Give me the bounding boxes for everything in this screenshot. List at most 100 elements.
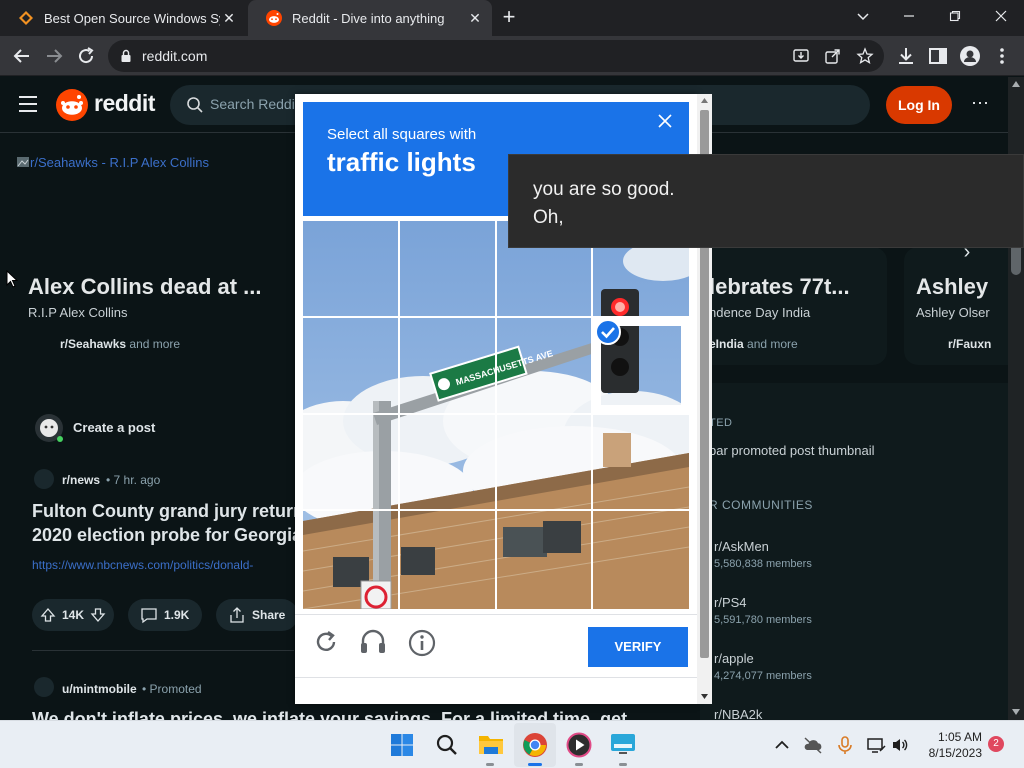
- vote-pill: 14K: [32, 599, 114, 631]
- chrome-icon[interactable]: [522, 732, 548, 758]
- author-avatar[interactable]: [34, 677, 54, 697]
- scroll-up-icon[interactable]: [1012, 81, 1020, 87]
- minimize-button[interactable]: [886, 0, 932, 32]
- captcha-image-grid[interactable]: MASSACHUSETTS AVE: [303, 221, 689, 609]
- carousel-card-title[interactable]: lebrates 77t...: [709, 274, 850, 300]
- reddit-wordmark[interactable]: reddit: [94, 90, 155, 117]
- clock-time[interactable]: 1:05 AM: [930, 730, 982, 744]
- close-tab-icon[interactable]: ✕: [466, 9, 484, 27]
- promoted-thumbnail-alt[interactable]: bar promoted post thumbnail: [709, 443, 874, 458]
- downvote-icon[interactable]: [90, 607, 106, 623]
- carousel-card-title[interactable]: Alex Collins dead at ...: [28, 274, 262, 300]
- vote-count: 14K: [62, 608, 85, 622]
- community-avatar[interactable]: [34, 469, 54, 489]
- microphone-icon[interactable]: [835, 735, 855, 755]
- carousel-card-subtitle: R.I.P Alex Collins: [28, 305, 128, 320]
- post-title-line1[interactable]: Fulton County grand jury returns: [32, 501, 314, 522]
- more-options-icon[interactable]: ⋯: [966, 89, 994, 117]
- close-icon[interactable]: [655, 112, 675, 132]
- tray-overflow-chevron-icon[interactable]: [772, 735, 792, 755]
- share-icon: [230, 607, 244, 623]
- tab-reddit[interactable]: Reddit - Dive into anything ✕: [248, 0, 492, 36]
- running-indicator: [528, 763, 542, 766]
- grid-line: [303, 413, 689, 415]
- mouse-cursor-icon: [6, 270, 18, 288]
- new-tab-button[interactable]: +: [497, 6, 521, 30]
- running-indicator: [619, 763, 627, 766]
- broken-image-icon: [17, 157, 29, 167]
- taskbar-search-icon[interactable]: [435, 733, 459, 757]
- desktop-app-icon[interactable]: [610, 732, 636, 756]
- windows-taskbar: 1:05 AM 8/15/2023: [0, 720, 1024, 768]
- tooltip-line1: you are so good.: [533, 179, 675, 200]
- comments-button[interactable]: 1.9K: [128, 599, 202, 631]
- forward-icon[interactable]: [42, 44, 66, 68]
- close-tab-icon[interactable]: ✕: [220, 9, 238, 27]
- scroll-down-icon[interactable]: [1012, 709, 1020, 715]
- create-post-link[interactable]: Create a post: [73, 420, 155, 435]
- comment-icon: [141, 608, 157, 624]
- promoted-author[interactable]: u/mintmobile: [62, 682, 137, 696]
- clock-date[interactable]: 8/15/2023: [920, 746, 982, 760]
- verify-button[interactable]: VERIFY: [588, 627, 688, 667]
- running-indicator: [575, 763, 583, 766]
- login-button[interactable]: Log In: [886, 86, 952, 124]
- reload-icon[interactable]: [74, 44, 98, 68]
- info-icon[interactable]: [408, 629, 436, 657]
- captcha-footer: VERIFY: [295, 614, 697, 704]
- restore-button[interactable]: [932, 0, 978, 32]
- community-members: 5,580,838 members: [714, 558, 812, 570]
- overlay-tooltip: you are so good. Oh,: [508, 154, 1024, 248]
- windows-start-icon[interactable]: [390, 733, 414, 757]
- carousel-card-title[interactable]: Ashley: [916, 274, 988, 300]
- checkmark-icon: [595, 319, 621, 345]
- community-name[interactable]: r/AskMen: [714, 539, 769, 554]
- bookmark-star-icon[interactable]: [856, 47, 874, 65]
- profile-icon[interactable]: [958, 44, 982, 68]
- tab-best-open-source[interactable]: Best Open Source Windows Syste ✕: [0, 0, 246, 36]
- scroll-up-icon[interactable]: [701, 98, 708, 103]
- refresh-icon[interactable]: [313, 629, 339, 655]
- divider: [32, 650, 294, 651]
- media-player-icon[interactable]: [566, 732, 592, 758]
- address-bar[interactable]: reddit.com: [108, 40, 884, 72]
- reddit-logo-icon[interactable]: [56, 89, 88, 121]
- share-button[interactable]: Share: [216, 599, 298, 631]
- share-page-icon[interactable]: [824, 47, 842, 65]
- hamburger-menu-icon[interactable]: [18, 95, 38, 113]
- browser-menu-icon[interactable]: [990, 44, 1014, 68]
- post-community[interactable]: r/news: [62, 473, 100, 487]
- install-app-icon[interactable]: [792, 47, 810, 65]
- grid-line: [495, 221, 497, 609]
- post-link[interactable]: https://www.nbcnews.com/politics/donald-: [32, 558, 253, 572]
- community-name[interactable]: r/PS4: [714, 595, 747, 610]
- search-placeholder: Search Reddit: [210, 96, 299, 112]
- carousel-card-meta[interactable]: r/Seahawks and more: [60, 337, 180, 351]
- tab-search-chevron-icon[interactable]: [840, 0, 886, 32]
- network-icon[interactable]: [866, 735, 886, 755]
- post-title-line2[interactable]: 2020 election probe for Georgia: [32, 525, 302, 546]
- carousel-card-meta[interactable]: r/Fauxn: [948, 337, 991, 351]
- tooltip-line2: Oh,: [533, 207, 564, 228]
- close-window-button[interactable]: [978, 0, 1024, 32]
- back-icon[interactable]: [10, 44, 34, 68]
- tab-title: Reddit - Dive into anything: [292, 10, 445, 26]
- volume-icon[interactable]: [890, 735, 910, 755]
- audio-challenge-icon[interactable]: [359, 629, 387, 655]
- lock-icon[interactable]: [120, 49, 132, 63]
- side-panel-icon[interactable]: [926, 44, 950, 68]
- carousel-card-meta[interactable]: eIndia and more: [709, 337, 798, 351]
- downloads-icon[interactable]: [894, 44, 918, 68]
- captcha-target: traffic lights: [327, 147, 476, 177]
- community-members: 5,591,780 members: [714, 614, 812, 626]
- avatar[interactable]: [34, 413, 64, 443]
- file-explorer-icon[interactable]: [478, 732, 504, 756]
- onedrive-icon[interactable]: [803, 735, 823, 755]
- notification-badge[interactable]: 2: [988, 736, 1004, 752]
- carousel-image-alt[interactable]: r/Seahawks - R.I.P Alex Collins: [16, 155, 209, 170]
- community-name[interactable]: r/apple: [714, 651, 754, 666]
- upvote-icon[interactable]: [40, 607, 56, 623]
- community-members: 4,274,077 members: [714, 670, 812, 682]
- carousel-card-subtitle: Ashley Olser: [916, 305, 990, 320]
- scroll-down-icon[interactable]: [701, 694, 708, 699]
